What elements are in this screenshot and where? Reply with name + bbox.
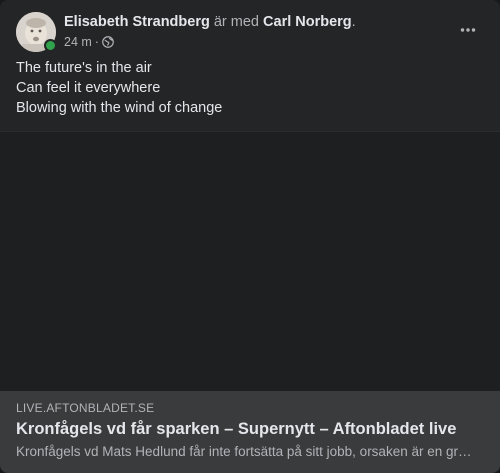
post-line: Blowing with the wind of change — [16, 100, 223, 116]
more-options-button[interactable] — [452, 14, 484, 46]
tagged-name[interactable]: Carl Norberg — [263, 14, 352, 30]
post-header: Elisabeth Strandberg är med Carl Norberg… — [16, 12, 484, 52]
post-line: Can feel it everywhere — [16, 80, 161, 96]
post-line: The future's in the air — [16, 60, 152, 76]
link-preview[interactable]: LIVE.AFTONBLADET.SE Kronfågels vd får sp… — [0, 391, 500, 473]
post-message: The future's in the air Can feel it ever… — [16, 58, 484, 118]
post-time[interactable]: 24 m — [64, 35, 92, 49]
author-line: Elisabeth Strandberg är med Carl Norberg… — [64, 13, 356, 31]
author-avatar[interactable] — [16, 12, 57, 52]
feed-post: Elisabeth Strandberg är med Carl Norberg… — [0, 0, 500, 473]
globe-icon[interactable] — [102, 36, 114, 48]
author-name[interactable]: Elisabeth Strandberg — [64, 14, 210, 30]
more-horizontal-icon — [460, 28, 476, 32]
tagged-suffix: . — [351, 14, 356, 30]
link-domain: LIVE.AFTONBLADET.SE — [16, 401, 155, 415]
timestamp-line: 24 m · — [64, 35, 356, 49]
post-meta: Elisabeth Strandberg är med Carl Norberg… — [64, 12, 356, 49]
link-title[interactable]: Kronfågels vd får sparken – Supernytt – … — [16, 420, 484, 439]
online-status-dot — [44, 39, 57, 52]
with-text: är med — [209, 14, 264, 30]
time-separator: · — [94, 35, 99, 49]
link-preview-image[interactable] — [0, 131, 500, 392]
link-description: Kronfågels vd Mats Hedlund får inte fort… — [16, 444, 476, 459]
